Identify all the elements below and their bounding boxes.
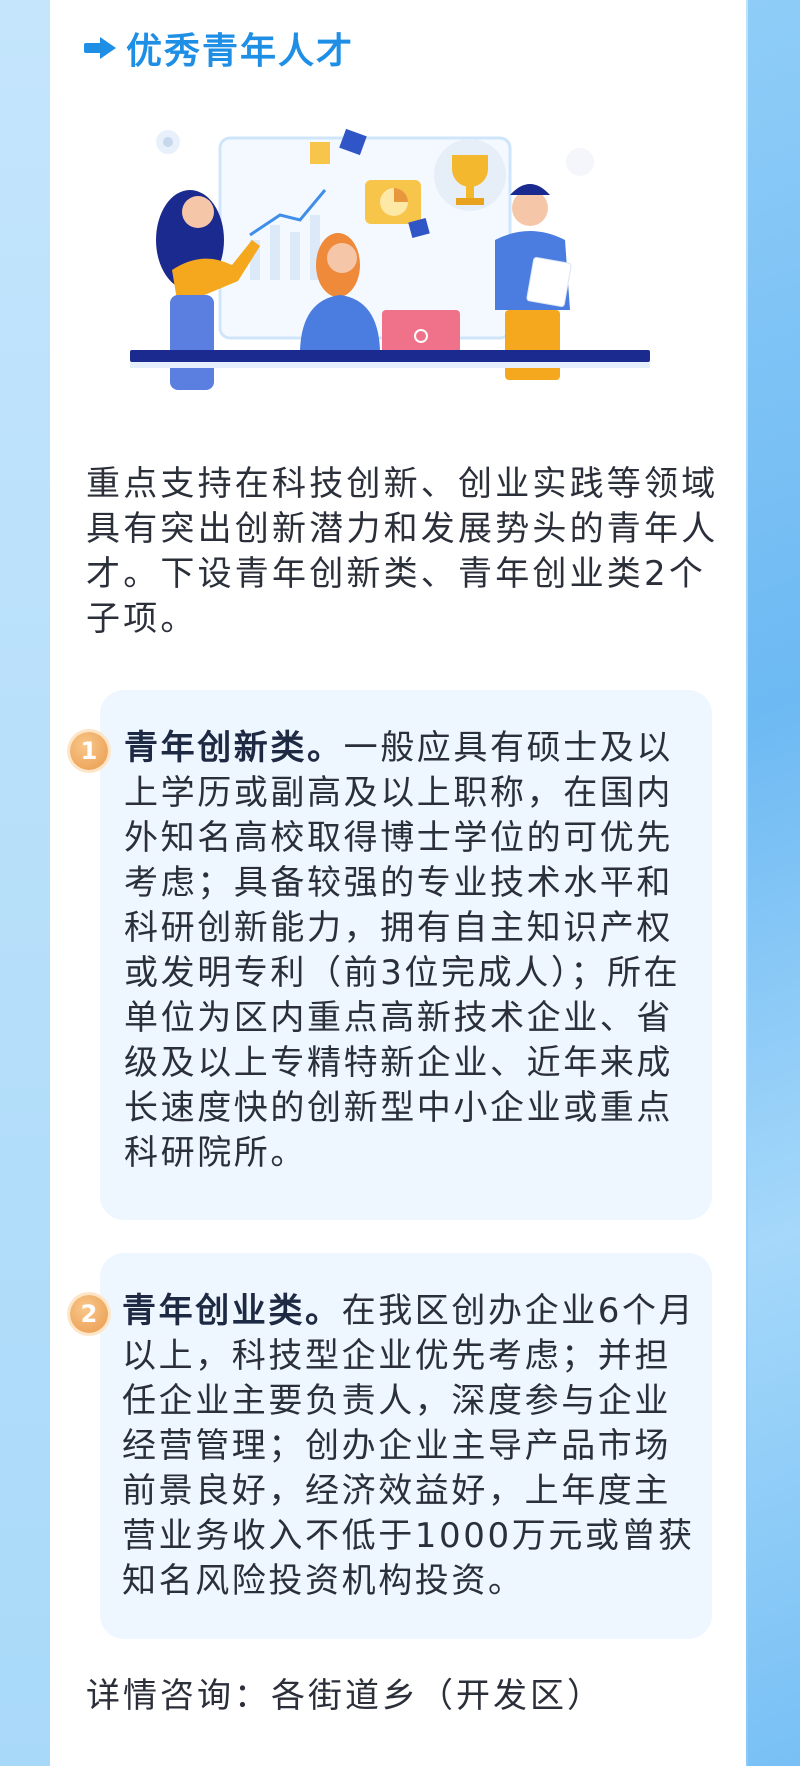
contact-line: 详情咨询：各街道乡（开发区） bbox=[86, 1676, 604, 1716]
number-badge: 2 bbox=[70, 1295, 108, 1333]
item-card-entrepreneurship: 2 青年创业类。在我区创办企业6个月以上，科技型企业优先考虑；并担任企业主要负责… bbox=[70, 1253, 712, 1639]
item-text: 青年创新类。一般应具有硕士及以上学历或副高及以上职称，在国内外知名高校取得博士学… bbox=[124, 726, 704, 1176]
number-badge: 1 bbox=[70, 732, 108, 770]
intro-paragraph: 重点支持在科技创新、创业实践等领域具有突出创新潜力和发展势头的青年人才。下设青年… bbox=[86, 464, 719, 639]
page-title: 优秀青年人才 bbox=[126, 31, 355, 72]
background-left bbox=[0, 0, 50, 1766]
section-header: 优秀青年人才 bbox=[84, 18, 354, 78]
item-lead: 青年创业类。 bbox=[122, 1291, 342, 1331]
team-illustration bbox=[130, 128, 650, 390]
item-body: 在我区创办企业6个月以上，科技型企业优先考虑；并担任企业主要负责人，深度参与企业… bbox=[122, 1291, 696, 1601]
item-card-innovation: 1 青年创新类。一般应具有硕士及以上学历或副高及以上职称，在国内外知名高校取得博… bbox=[70, 690, 712, 1220]
item-lead: 青年创新类。 bbox=[124, 728, 344, 768]
item-text: 青年创业类。在我区创办企业6个月以上，科技型企业优先考虑；并担任企业主要负责人，… bbox=[122, 1289, 702, 1604]
content-panel: 优秀青年人才 重点支持在科技创新、创业实践等领域具有突出创新潜力和发展势头的青年… bbox=[50, 0, 746, 1766]
background-right bbox=[748, 0, 800, 1766]
item-body: 一般应具有硕士及以上学历或副高及以上职称，在国内外知名高校取得博士学位的可优先考… bbox=[124, 728, 681, 1173]
arrow-right-icon bbox=[84, 37, 116, 59]
